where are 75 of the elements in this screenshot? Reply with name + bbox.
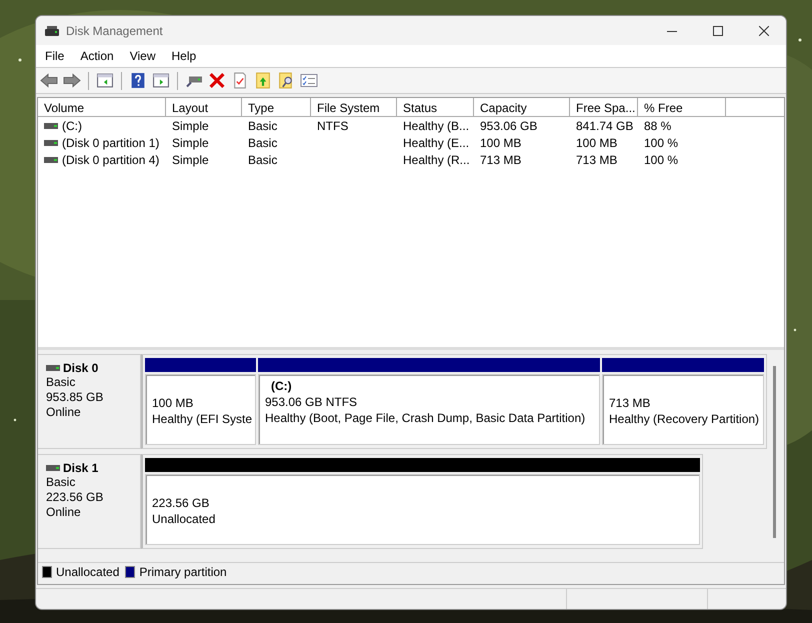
disk-name: Disk 0 bbox=[63, 361, 98, 375]
disk-name: Disk 1 bbox=[63, 461, 98, 475]
disk-type: Basic bbox=[46, 475, 76, 490]
disk-status: Online bbox=[46, 505, 82, 520]
table-cell: Basic bbox=[248, 136, 278, 150]
partition-status: Unallocated bbox=[152, 511, 216, 527]
table-cell: Healthy (E... bbox=[403, 136, 470, 150]
menu-item[interactable]: Action bbox=[80, 49, 114, 63]
folder-search-icon[interactable] bbox=[277, 72, 295, 89]
column-header[interactable]: % Free bbox=[638, 98, 726, 117]
drive-icon bbox=[46, 465, 60, 471]
column-header[interactable]: Free Spa... bbox=[570, 98, 638, 117]
table-cell: NTFS bbox=[317, 118, 348, 132]
table-cell: 713 MB bbox=[576, 152, 618, 166]
partition-size: 953.06 GB NTFS bbox=[265, 394, 358, 410]
partition-status: Healthy (Boot, Page File, Crash Dump, Basic Data Partition) bbox=[265, 410, 586, 426]
close-icon[interactable] bbox=[759, 26, 769, 36]
table-cell: 841.74 GB bbox=[576, 118, 634, 132]
table-cell: 953.06 GB bbox=[480, 118, 538, 132]
column-header[interactable]: Status bbox=[397, 98, 474, 117]
disk-size: 953.85 GB bbox=[46, 390, 104, 405]
column-header[interactable]: Capacity bbox=[474, 98, 570, 117]
table-cell: 100 MB bbox=[576, 136, 618, 150]
table-cell: 713 MB bbox=[480, 152, 522, 166]
window-title: Disk Management bbox=[66, 24, 163, 38]
table-cell: Simple bbox=[172, 118, 209, 132]
disk-size: 223.56 GB bbox=[46, 490, 104, 505]
checklist-icon[interactable] bbox=[300, 72, 318, 89]
partition-block[interactable]: 713 MB Healthy (Recovery Partition) bbox=[602, 374, 764, 445]
back-arrow-icon[interactable] bbox=[40, 72, 58, 89]
drive-icon bbox=[44, 156, 58, 162]
table-cell: Basic bbox=[248, 152, 278, 166]
table-cell: 100 % bbox=[644, 152, 678, 166]
table-cell: (C:) bbox=[62, 118, 82, 132]
table-cell: (Disk 0 partition 1) bbox=[62, 136, 160, 150]
drive-icon bbox=[44, 122, 58, 128]
partition-block[interactable]: 100 MB Healthy (EFI Syste bbox=[145, 374, 256, 445]
column-header[interactable]: Volume bbox=[38, 98, 166, 117]
table-cell: Simple bbox=[172, 136, 209, 150]
table-cell: (Disk 0 partition 4) bbox=[62, 152, 160, 166]
partition-block[interactable]: (C:) 953.06 GB NTFS Healthy (Boot, Page File, Crash Dump, Basic Data Partition) bbox=[258, 374, 600, 445]
column-header[interactable]: Layout bbox=[166, 98, 242, 117]
delete-icon[interactable] bbox=[208, 72, 226, 89]
document-check-icon[interactable] bbox=[231, 72, 249, 89]
partition-size: 713 MB bbox=[609, 395, 652, 411]
menu-item[interactable]: Help bbox=[172, 49, 196, 63]
disk-status: Online bbox=[46, 405, 82, 420]
table-cell: Healthy (R... bbox=[403, 152, 470, 166]
maximize-icon[interactable] bbox=[713, 26, 723, 36]
drive-icon bbox=[46, 365, 60, 371]
table-cell: Basic bbox=[248, 118, 278, 132]
legend-label: Primary partition bbox=[139, 565, 227, 579]
table-cell: 100 MB bbox=[480, 136, 522, 150]
table-cell: 100 % bbox=[644, 136, 678, 150]
help-icon[interactable] bbox=[129, 72, 147, 89]
table-cell: Simple bbox=[172, 152, 209, 166]
menu-item[interactable]: File bbox=[45, 49, 64, 63]
forward-arrow-icon[interactable] bbox=[63, 72, 81, 89]
column-header[interactable]: File System bbox=[311, 98, 397, 117]
legend-label: Unallocated bbox=[56, 565, 120, 579]
panel-icon[interactable] bbox=[96, 72, 114, 89]
table-cell: Healthy (B... bbox=[403, 118, 470, 132]
partition-block[interactable]: 223.56 GB Unallocated bbox=[145, 474, 700, 545]
panel-icon[interactable] bbox=[152, 72, 170, 89]
partition-size: 223.56 GB bbox=[152, 495, 210, 511]
partition-status: Healthy (Recovery Partition) bbox=[609, 411, 760, 427]
scrollbar[interactable] bbox=[773, 366, 776, 538]
partition-label: (C:) bbox=[271, 379, 293, 394]
drive-icon bbox=[44, 140, 58, 146]
column-header[interactable]: Type bbox=[242, 98, 311, 117]
disk-type: Basic bbox=[46, 375, 76, 390]
partition-status: Healthy (EFI Syste bbox=[152, 411, 254, 427]
partition-size: 100 MB bbox=[152, 395, 194, 411]
table-cell: 88 % bbox=[644, 118, 672, 132]
menu-item[interactable]: View bbox=[130, 49, 156, 63]
